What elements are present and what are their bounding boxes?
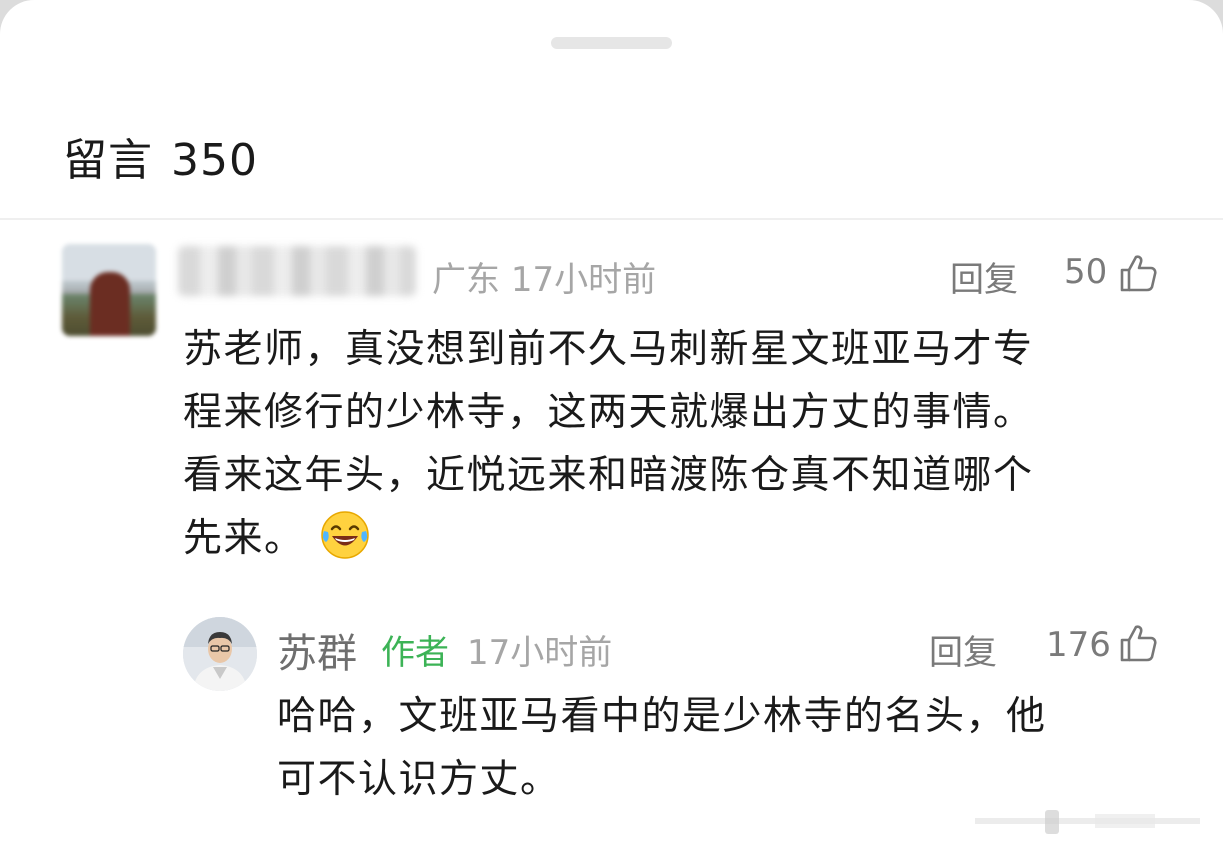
laughing-tears-emoji-icon bbox=[320, 511, 369, 559]
comments-sheet: 留言 350 广东 17小时前 回复 50 苏老师，真没想到前不久马刺新星文班亚马… bbox=[0, 0, 1223, 856]
author-badge: 作者 bbox=[381, 633, 449, 673]
reply-button[interactable]: 回复 bbox=[929, 625, 997, 674]
comment-text-line: 看来这年头，近悦远来和暗渡陈仓真不知道哪个 bbox=[183, 453, 1034, 498]
comments-count: 350 bbox=[171, 135, 258, 186]
reply-button[interactable]: 回复 bbox=[950, 252, 1018, 301]
comment-time: 17小时前 bbox=[510, 260, 657, 300]
watermark-icon bbox=[975, 810, 1200, 834]
author-name[interactable]: 苏群 bbox=[277, 621, 357, 679]
commenter-name-blurred[interactable] bbox=[178, 246, 416, 296]
comment-text-line: 苏老师，真没想到前不久马刺新星文班亚马才专 bbox=[183, 327, 1034, 372]
drag-handle[interactable] bbox=[551, 37, 672, 49]
comment-meta: 广东 17小时前 bbox=[432, 252, 656, 301]
comments-header: 留言 350 bbox=[63, 124, 258, 188]
comment-text-line: 程来修行的少林寺，这两天就爆出方丈的事情。 bbox=[183, 390, 1034, 435]
comments-title: 留言 bbox=[63, 135, 153, 186]
comment-text-last-line: 先来。 bbox=[183, 507, 1173, 570]
reply-text: 哈哈，文班亚马看中的是少林寺的名头，他 可不认识方丈。 bbox=[277, 685, 1177, 811]
comment-text: 苏老师，真没想到前不久马刺新星文班亚马才专 程来修行的少林寺，这两天就爆出方丈的… bbox=[183, 318, 1173, 570]
comment-location: 广东 bbox=[432, 260, 500, 300]
like-count: 50 bbox=[1064, 252, 1108, 292]
reply-text-line: 哈哈，文班亚马看中的是少林寺的名头，他 bbox=[277, 694, 1047, 739]
header-divider bbox=[0, 218, 1223, 220]
commenter-avatar-blurred[interactable] bbox=[62, 244, 156, 336]
author-avatar[interactable] bbox=[183, 617, 257, 691]
comment-text-line: 先来。 bbox=[183, 516, 305, 561]
reply-text-line: 可不认识方丈。 bbox=[277, 757, 561, 802]
reply-time: 17小时前 bbox=[467, 633, 613, 673]
thumbs-up-icon[interactable] bbox=[1118, 253, 1158, 293]
like-count: 176 bbox=[1046, 625, 1111, 665]
thumbs-up-icon[interactable] bbox=[1118, 623, 1158, 663]
